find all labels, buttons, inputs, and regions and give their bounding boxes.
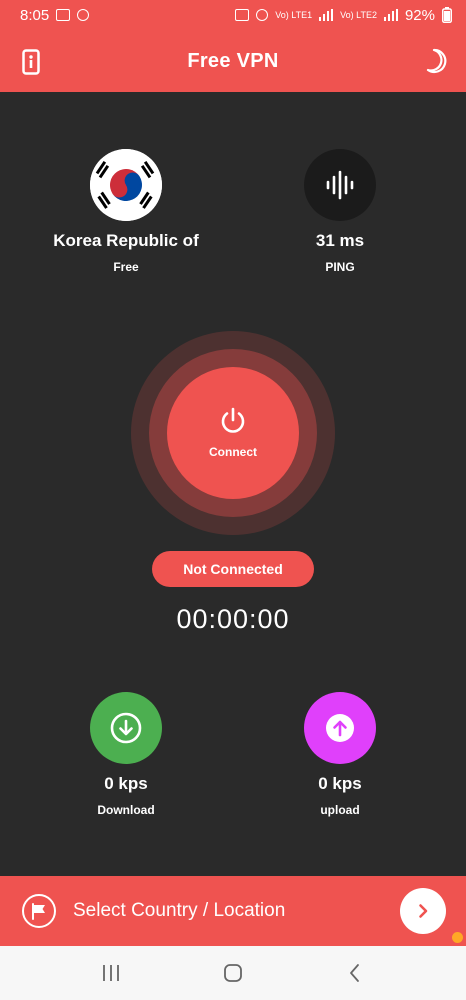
corner-badge-icon: [452, 932, 463, 943]
ping-label: PING: [325, 260, 355, 274]
upload-arrow-icon: [304, 692, 376, 764]
signal-icon: [319, 9, 334, 21]
status-right: Vo) LTE1 Vo) LTE2 92%: [235, 7, 452, 24]
select-location-button[interactable]: [400, 888, 446, 934]
ping-value: 31 ms: [315, 231, 365, 250]
sound-wave-icon: [304, 149, 376, 221]
download-speed: 0 kps: [104, 774, 148, 793]
battery-icon: [442, 7, 452, 23]
system-nav-bar: [0, 946, 466, 1000]
flag-icon: [22, 894, 56, 928]
download-info: 0 kps Download: [26, 692, 226, 817]
power-icon: [221, 407, 245, 433]
status-bar: 8:05 Vo) LTE1 Vo) LTE2 92%: [0, 0, 466, 30]
app-title: Free VPN: [187, 49, 279, 72]
back-icon: [350, 964, 359, 982]
recents-icon: [103, 965, 119, 981]
network-2-label: Vo) LTE2: [340, 9, 377, 20]
app-bar: Free VPN: [0, 30, 466, 92]
mute-icon: [256, 9, 269, 21]
ping-info: 31 ms PING: [240, 149, 440, 274]
download-arrow-icon: [90, 692, 162, 764]
recents-button[interactable]: [91, 958, 131, 988]
back-button[interactable]: [335, 958, 375, 988]
south-korea-flag-icon: [90, 149, 162, 221]
gallery-icon: [56, 9, 71, 21]
select-location-label: Select Country / Location: [73, 900, 286, 921]
download-label: Download: [97, 803, 155, 817]
upload-info: 0 kps upload: [240, 692, 440, 817]
info-phone-icon[interactable]: [22, 49, 40, 75]
connection-timer: 00:00:00: [176, 604, 290, 634]
server-tier: Free: [113, 260, 139, 274]
select-location-bar[interactable]: Select Country / Location: [0, 876, 466, 946]
signal-icon: [383, 9, 398, 21]
battery-percent: 92%: [404, 6, 435, 24]
status-left: 8:05: [20, 6, 90, 24]
server-info[interactable]: Korea Republic of Free: [26, 149, 226, 274]
home-button[interactable]: [213, 958, 253, 988]
status-time: 8:05: [20, 6, 50, 24]
upload-speed: 0 kps: [318, 774, 362, 793]
notification-icon: [77, 9, 90, 21]
connect-button[interactable]: Connect: [167, 367, 299, 499]
alarm-icon: [235, 9, 250, 21]
connect-label: Connect: [209, 445, 257, 459]
home-icon: [224, 964, 242, 982]
connection-status-badge: Not Connected: [152, 551, 314, 587]
server-country: Korea Republic of: [53, 231, 199, 250]
network-1-label: Vo) LTE1: [275, 9, 313, 20]
moon-icon[interactable]: [424, 48, 448, 74]
upload-label: upload: [320, 803, 360, 817]
chevron-right-icon: [419, 904, 428, 918]
connect-area: Connect: [131, 331, 335, 535]
